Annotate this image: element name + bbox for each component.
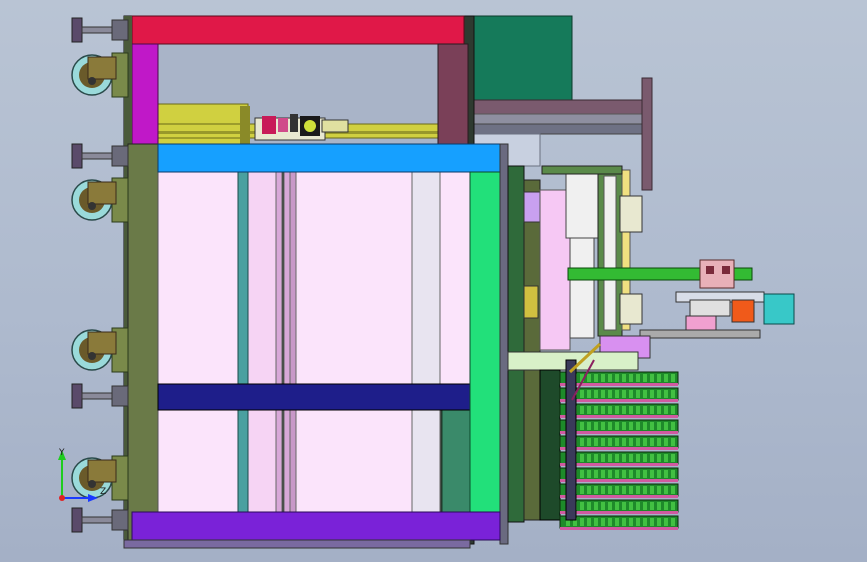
panel-mid-top — [295, 171, 413, 385]
vertical-slide-bar — [641, 77, 653, 191]
panel-left-top — [157, 171, 239, 385]
left-post-upper[interactable] — [131, 43, 159, 145]
rack-slot — [559, 419, 679, 434]
caster-wheel-icon — [71, 52, 129, 98]
cad-model-drawing[interactable]: Y Z — [0, 0, 867, 562]
rack-slot — [559, 451, 679, 466]
panel-right-top — [439, 171, 471, 385]
rack-slot — [559, 499, 679, 514]
axis-y-label: Y — [58, 448, 65, 458]
rack-slot — [559, 403, 679, 418]
caster-wheel-icon — [71, 177, 129, 223]
rack-slot — [559, 371, 679, 386]
axis-z-label: Z — [100, 487, 106, 497]
upper-green-block — [467, 15, 573, 103]
leveling-foot-icon — [71, 507, 129, 533]
rack-slot — [559, 467, 679, 482]
rack-slot — [559, 483, 679, 498]
bottom-beam[interactable] — [131, 511, 501, 541]
left-column[interactable] — [127, 143, 159, 547]
right-upright[interactable] — [469, 171, 501, 513]
rack-slot — [559, 515, 679, 530]
top-beam[interactable] — [131, 15, 465, 45]
caster-wheel-icon — [71, 327, 129, 373]
leveling-foot-icon — [71, 383, 129, 409]
storage-rack[interactable] — [559, 342, 679, 530]
cross-beam[interactable] — [157, 143, 501, 173]
left-accessories — [71, 17, 129, 533]
leveling-foot-icon — [71, 17, 129, 43]
upper-guide-bar — [467, 99, 647, 115]
cad-viewport[interactable]: Y Z — [0, 0, 867, 562]
mid-beam[interactable] — [157, 383, 471, 411]
leveling-foot-icon — [71, 143, 129, 169]
panel-left-bottom — [157, 409, 239, 513]
right-post-upper[interactable] — [437, 43, 469, 145]
rack-slot — [559, 435, 679, 450]
panel-mid-bottom — [295, 409, 413, 513]
